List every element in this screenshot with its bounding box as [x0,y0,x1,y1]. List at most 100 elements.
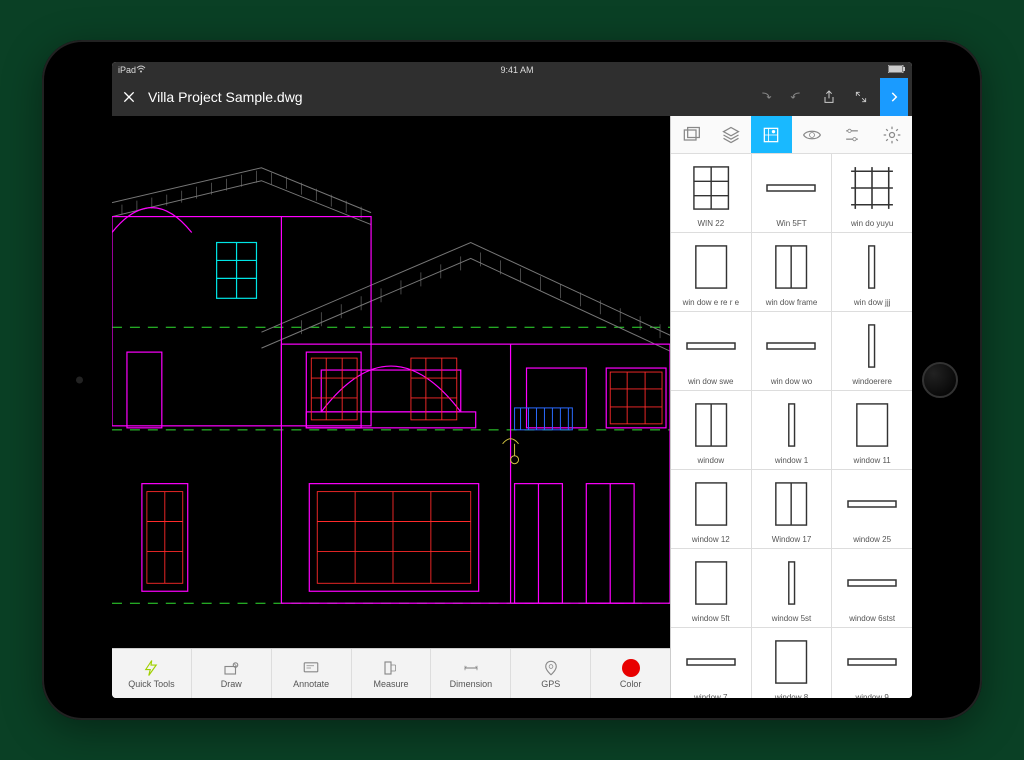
canvas-column: Quick Tools Draw Annotate Measure [112,116,670,698]
bottom-toolbar: Quick Tools Draw Annotate Measure [112,648,670,698]
drawing-canvas[interactable] [112,116,670,648]
side-panel: WIN 22 Win 5FT win do yuyu win dow e re … [670,116,912,698]
block-label: window 9 [855,694,888,698]
block-label: win do yuyu [851,220,893,228]
tool-measure[interactable]: Measure [352,649,432,698]
block-item[interactable]: window 25 [832,470,912,548]
block-item[interactable]: window 11 [832,391,912,469]
block-item[interactable]: win dow swe [671,312,751,390]
tool-quick-tools[interactable]: Quick Tools [112,649,192,698]
block-item[interactable]: win dow jjj [832,233,912,311]
tool-color[interactable]: Color [591,649,670,698]
panel-tab-blocks[interactable] [751,116,791,153]
panel-tab-views[interactable] [792,116,832,153]
block-item[interactable]: window 5st [752,549,832,627]
block-label: windoerere [852,378,892,386]
redo-icon[interactable] [784,78,810,116]
clock-label: 9:41 AM [146,65,888,75]
block-thumb [834,316,910,376]
block-item[interactable]: window [671,391,751,469]
block-item[interactable]: window 8 [752,628,832,698]
tool-label: Color [620,679,642,689]
block-item[interactable]: Window 17 [752,470,832,548]
front-camera [76,377,83,384]
block-thumb [754,474,830,534]
document-title: Villa Project Sample.dwg [148,89,303,105]
tool-label: Draw [221,679,242,689]
panel-tabs [671,116,912,154]
content-row: Quick Tools Draw Annotate Measure [112,116,912,698]
screen: iPad 9:41 AM Villa Project Sample.dwg [112,62,912,698]
block-thumb [754,395,830,455]
carrier-label: iPad [118,65,136,75]
block-label: window 12 [692,536,730,544]
block-label: Win 5FT [776,220,806,228]
wifi-icon [136,65,146,75]
block-label: win dow e re r e [683,299,739,307]
block-thumb [673,158,749,218]
fullscreen-icon[interactable] [848,78,874,116]
block-thumb [834,632,910,692]
status-bar: iPad 9:41 AM [112,62,912,78]
block-item[interactable]: window 1 [752,391,832,469]
tool-label: Annotate [293,679,329,689]
block-thumb [673,237,749,297]
undo-icon[interactable] [752,78,778,116]
block-label: WIN 22 [697,220,724,228]
block-thumb [673,632,749,692]
block-thumb [834,158,910,218]
panel-tab-layouts[interactable] [671,116,711,153]
block-grid[interactable]: WIN 22 Win 5FT win do yuyu win dow e re … [671,154,912,698]
block-label: win dow frame [766,299,818,307]
block-label: window 25 [853,536,891,544]
block-thumb [754,553,830,613]
tool-gps[interactable]: GPS [511,649,591,698]
tool-dimension[interactable]: Dimension [431,649,511,698]
tool-annotate[interactable]: Annotate [272,649,352,698]
block-thumb [834,553,910,613]
block-item[interactable]: win do yuyu [832,154,912,232]
block-item[interactable]: win dow e re r e [671,233,751,311]
block-item[interactable]: win dow frame [752,233,832,311]
block-item[interactable]: win dow wo [752,312,832,390]
block-thumb [673,316,749,376]
color-swatch-icon [622,659,640,677]
block-item[interactable]: window 6stst [832,549,912,627]
close-icon[interactable] [116,78,142,116]
block-item[interactable]: window 7 [671,628,751,698]
tool-label: Quick Tools [128,679,174,689]
block-thumb [754,632,830,692]
title-bar: Villa Project Sample.dwg [112,78,912,116]
panel-tab-settings[interactable] [872,116,912,153]
block-thumb [754,316,830,376]
block-thumb [754,158,830,218]
panel-tab-layers[interactable] [711,116,751,153]
home-button[interactable] [922,362,958,398]
block-thumb [673,474,749,534]
block-item[interactable]: window 5ft [671,549,751,627]
block-item[interactable]: windoerere [832,312,912,390]
block-item[interactable]: window 12 [671,470,751,548]
block-item[interactable]: window 9 [832,628,912,698]
block-item[interactable]: WIN 22 [671,154,751,232]
tool-label: Measure [374,679,409,689]
ipad-frame: iPad 9:41 AM Villa Project Sample.dwg [42,40,982,720]
block-item[interactable]: Win 5FT [752,154,832,232]
share-icon[interactable] [816,78,842,116]
block-label: window 11 [854,457,891,465]
block-label: window 8 [775,694,808,698]
tool-label: Dimension [450,679,493,689]
block-label: window 1 [775,457,808,465]
panel-toggle-button[interactable] [880,78,908,116]
tool-label: GPS [541,679,560,689]
panel-tab-properties[interactable] [832,116,872,153]
block-thumb [673,553,749,613]
block-thumb [673,395,749,455]
block-label: Window 17 [772,536,812,544]
block-thumb [834,395,910,455]
block-thumb [834,237,910,297]
tool-draw[interactable]: Draw [192,649,272,698]
block-thumb [754,237,830,297]
battery-icon [888,65,906,75]
block-label: window [697,457,724,465]
